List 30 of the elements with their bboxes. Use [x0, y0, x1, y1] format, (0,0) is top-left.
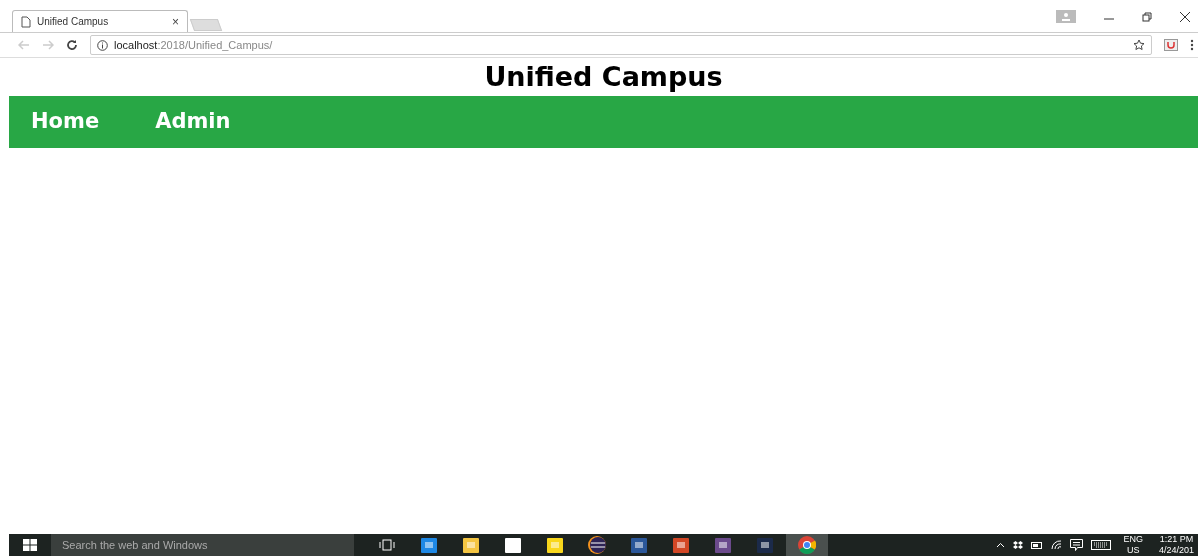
taskbar-app[interactable]	[786, 534, 828, 556]
dropbox-icon[interactable]	[1013, 540, 1024, 550]
page-icon	[21, 15, 31, 28]
info-icon	[97, 39, 108, 51]
region-text: US	[1126, 545, 1140, 556]
menu-icon[interactable]	[1190, 39, 1194, 51]
message-icon[interactable]	[1070, 539, 1084, 551]
url-text: localhost:2018/Unified_Campus/	[114, 37, 274, 53]
chevron-up-icon[interactable]	[996, 542, 1006, 548]
search-field[interactable]: Search the web and Windows	[51, 534, 354, 556]
close-icon[interactable]	[1180, 11, 1190, 22]
language-text: ENG	[1123, 534, 1143, 545]
task-view-icon	[379, 539, 395, 551]
keyboard-icon[interactable]	[1091, 540, 1112, 550]
tab-title: Unified Campus	[37, 15, 110, 29]
clock-date: 4/24/201	[1158, 545, 1194, 556]
battery-icon[interactable]	[1031, 541, 1044, 549]
wifi-icon[interactable]	[1051, 540, 1063, 550]
chrome-icon	[798, 536, 816, 554]
windows-icon[interactable]	[23, 539, 37, 551]
restore-icon[interactable]	[1142, 11, 1152, 22]
page-title: Unified Campus	[483, 60, 724, 94]
star-icon[interactable]	[1133, 39, 1145, 51]
reload-icon[interactable]	[66, 39, 78, 51]
clock-time: 1:21 PM	[1159, 534, 1194, 545]
browser-tab[interactable]: Unified Campus ×	[12, 10, 188, 32]
eclipse-icon	[588, 536, 606, 554]
address-bar[interactable]: localhost:2018/Unified_Campus/	[90, 35, 1152, 55]
close-tab-button[interactable]: ×	[172, 15, 179, 28]
extension-icon[interactable]	[1164, 39, 1178, 51]
